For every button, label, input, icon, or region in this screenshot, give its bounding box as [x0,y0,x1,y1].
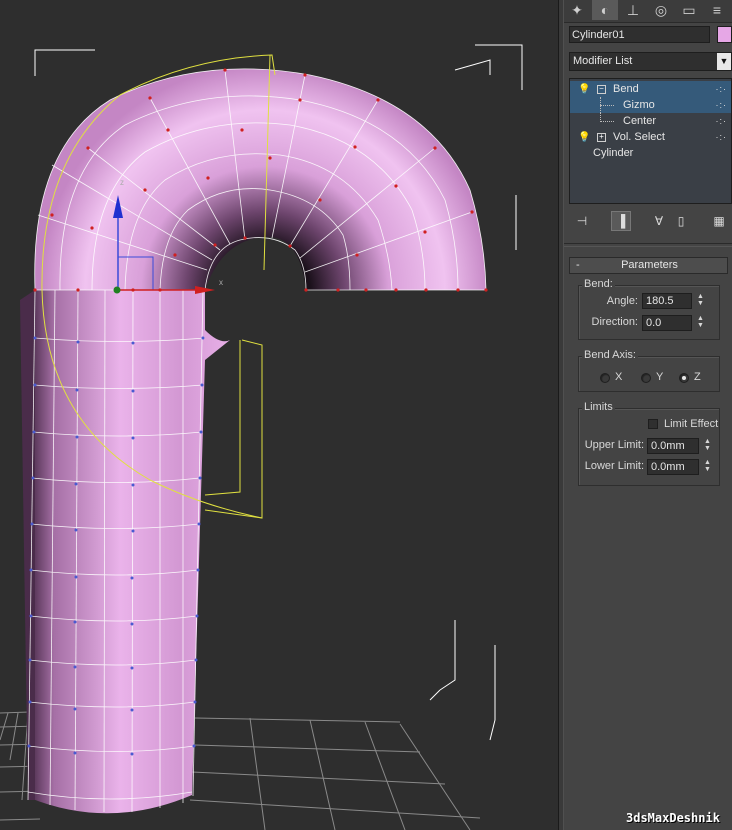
object-name-field[interactable]: Cylinder01 [569,26,710,43]
lightbulb-icon[interactable]: 💡 [578,82,592,96]
rollout-title: Parameters [621,259,678,271]
bend-arc-mesh [33,68,488,292]
axis-z-radio[interactable] [679,373,689,383]
stack-item-label: Center [623,115,657,127]
limit-effect-checkbox[interactable] [648,419,658,429]
angle-label: Angle: [606,295,638,307]
stack-item-gizmo[interactable]: Gizmo ·:· [570,97,731,113]
bend-group-label: Bend: [582,278,615,290]
command-panel: ✦ ◐ ⊥ ◎ ▭ ≡ Cylinder01 Modifier List ▼ 💡… [564,0,732,830]
axis-z-label: Z [694,371,701,383]
direction-label: Direction: [591,316,638,328]
lower-limit-spinner-field[interactable]: 0.0mm [647,459,699,475]
modifier-list-label: Modifier List [573,55,633,67]
axis-x-radio[interactable] [600,373,610,383]
axis-y-radio[interactable] [641,373,651,383]
stack-dots-icon: ·:· [715,116,727,126]
stack-dots-icon: ·:· [715,132,727,142]
stack-item-center[interactable]: Center ·:· [570,113,731,129]
direction-spinner-field[interactable]: 0.0 [642,315,692,331]
object-color-swatch[interactable] [717,26,732,43]
viewport-canvas[interactable]: z x [0,0,558,830]
direction-spinner-arrows-icon[interactable]: ▲ ▼ [696,315,705,331]
stack-item-label: Gizmo [623,99,655,111]
configure-modifier-sets-icon[interactable]: ▦ [709,211,729,231]
axis-x-label: X [615,371,623,383]
stack-item-label: Bend [613,83,639,95]
stack-toolbar: ⊣ ▐ ∀ ▯ ▦ [569,210,732,232]
upper-limit-spinner-arrows-icon[interactable]: ▲ ▼ [703,438,712,454]
modifier-stack[interactable]: 💡 − Bend ·:· Gizmo ·:· Center ·:· 💡 + Vo… [569,78,732,204]
angle-spinner-field[interactable]: 180.5 [642,293,692,309]
bend-axis-group-label: Bend Axis: [582,349,638,361]
expand-icon[interactable]: + [597,133,606,142]
axis-z-label: z [120,178,124,187]
axis-x-label: x [219,278,223,287]
motion-tab-icon[interactable]: ◎ [648,0,674,20]
hierarchy-tab-icon[interactable]: ⊥ [620,0,646,20]
pin-stack-icon[interactable]: ⊣ [572,211,592,231]
command-panel-tabs: ✦ ◐ ⊥ ◎ ▭ ≡ [564,0,732,23]
display-tab-icon[interactable]: ▭ [676,0,702,20]
cylinder-mesh [20,289,230,814]
make-unique-icon[interactable]: ∀ [649,211,669,231]
axis-y-label: Y [656,371,664,383]
lower-limit-spinner-arrows-icon[interactable]: ▲ ▼ [703,459,712,475]
collapse-icon[interactable]: - [576,258,580,273]
modify-tab-icon[interactable]: ◐ [592,0,618,20]
modifier-list-dropdown[interactable]: Modifier List ▼ [569,52,732,71]
stack-item-vol-select[interactable]: 💡 + Vol. Select ·:· [570,129,731,145]
perspective-viewport[interactable]: z x [0,0,558,830]
show-end-result-icon[interactable]: ▐ [611,211,631,231]
stack-item-label: Cylinder [593,147,634,159]
limits-group-label: Limits [582,401,615,413]
stack-item-cylinder[interactable]: Cylinder [570,145,731,161]
limit-effect-label: Limit Effect [664,418,719,430]
upper-limit-label: Upper Limit: [584,439,644,451]
divider [564,243,732,247]
stack-item-bend[interactable]: 💡 − Bend ·:· [570,81,731,97]
stack-dots-icon: ·:· [715,100,727,110]
create-tab-icon[interactable]: ✦ [564,0,590,20]
remove-modifier-icon[interactable]: ▯ [671,211,691,231]
lightbulb-icon[interactable]: 💡 [578,130,592,144]
utilities-tab-icon[interactable]: ≡ [704,0,730,20]
collapse-icon[interactable]: − [597,85,606,94]
lower-limit-label: Lower Limit: [584,460,644,472]
angle-spinner-arrows-icon[interactable]: ▲ ▼ [696,293,705,309]
stack-item-label: Vol. Select [613,131,665,143]
chevron-down-icon[interactable]: ▼ [717,53,731,70]
upper-limit-spinner-field[interactable]: 0.0mm [647,438,699,454]
stack-dots-icon: ·:· [715,84,727,94]
watermark: 3dsMaxDeshnik [626,811,720,825]
parameters-rollout-header[interactable]: Parameters - [569,257,728,274]
